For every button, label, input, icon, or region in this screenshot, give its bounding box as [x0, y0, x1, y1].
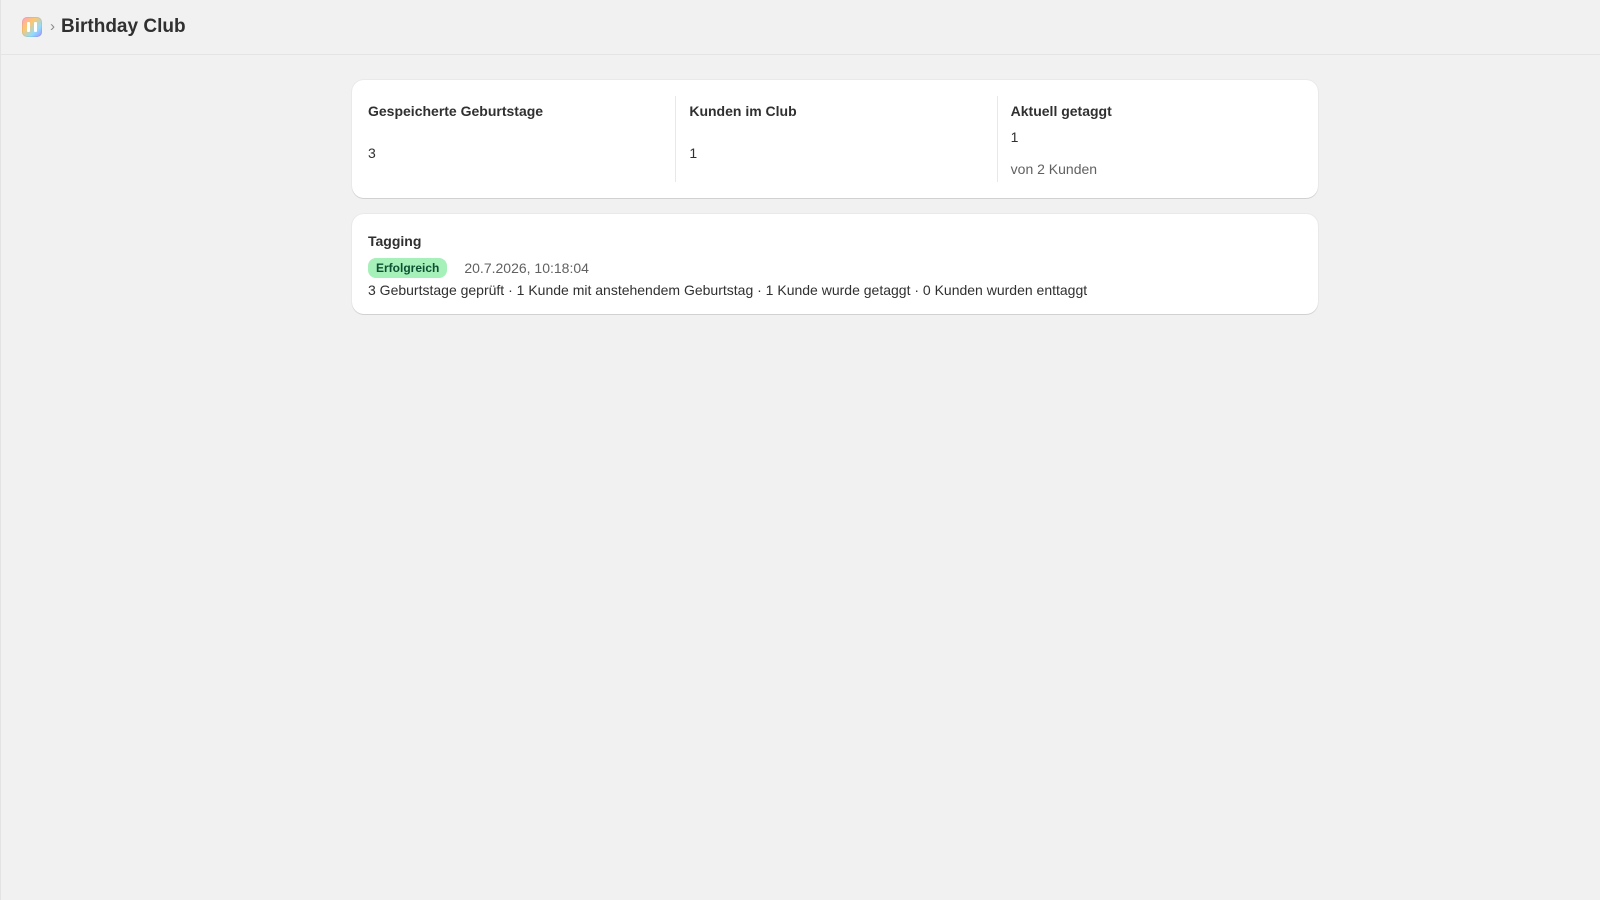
- stat-label: Gespeicherte Geburtstage: [368, 103, 544, 119]
- app-page: › Birthday Club Gespeicherte Geburtstage…: [0, 0, 1600, 900]
- main-content: Gespeicherte Geburtstage 3 Kunden im Clu…: [352, 80, 1318, 314]
- page-title: Birthday Club: [61, 16, 186, 37]
- tagging-card: Tagging Erfolgreich 20.7.2026, 10:18:04 …: [352, 214, 1318, 314]
- breadcrumb-chevron-icon: ›: [50, 18, 55, 35]
- stat-club-customers: Kunden im Club 1: [675, 96, 996, 182]
- status-badge: Erfolgreich: [368, 258, 448, 278]
- tagging-timestamp: 20.7.2026, 10:18:04: [464, 260, 589, 276]
- stats-card: Gespeicherte Geburtstage 3 Kunden im Clu…: [352, 80, 1318, 198]
- top-bar: › Birthday Club: [1, 0, 1600, 55]
- app-logo-icon[interactable]: [22, 17, 42, 37]
- tagging-title: Tagging: [368, 233, 422, 249]
- stat-value: 1: [1010, 129, 1019, 145]
- stat-label: Aktuell getaggt: [1010, 103, 1112, 119]
- stat-value: 1: [689, 145, 698, 161]
- stat-value: 3: [368, 145, 376, 161]
- stat-subtext: von 2 Kunden: [1010, 161, 1098, 177]
- stat-label: Kunden im Club: [689, 103, 797, 119]
- tagging-status-row: Erfolgreich 20.7.2026, 10:18:04: [368, 258, 1302, 278]
- stat-saved-birthdays: Gespeicherte Geburtstage 3: [352, 96, 675, 182]
- tagging-summary: 3 Geburtstage geprüft · 1 Kunde mit anst…: [368, 282, 1088, 298]
- stat-currently-tagged: Aktuell getaggt 1 von 2 Kunden: [996, 96, 1318, 182]
